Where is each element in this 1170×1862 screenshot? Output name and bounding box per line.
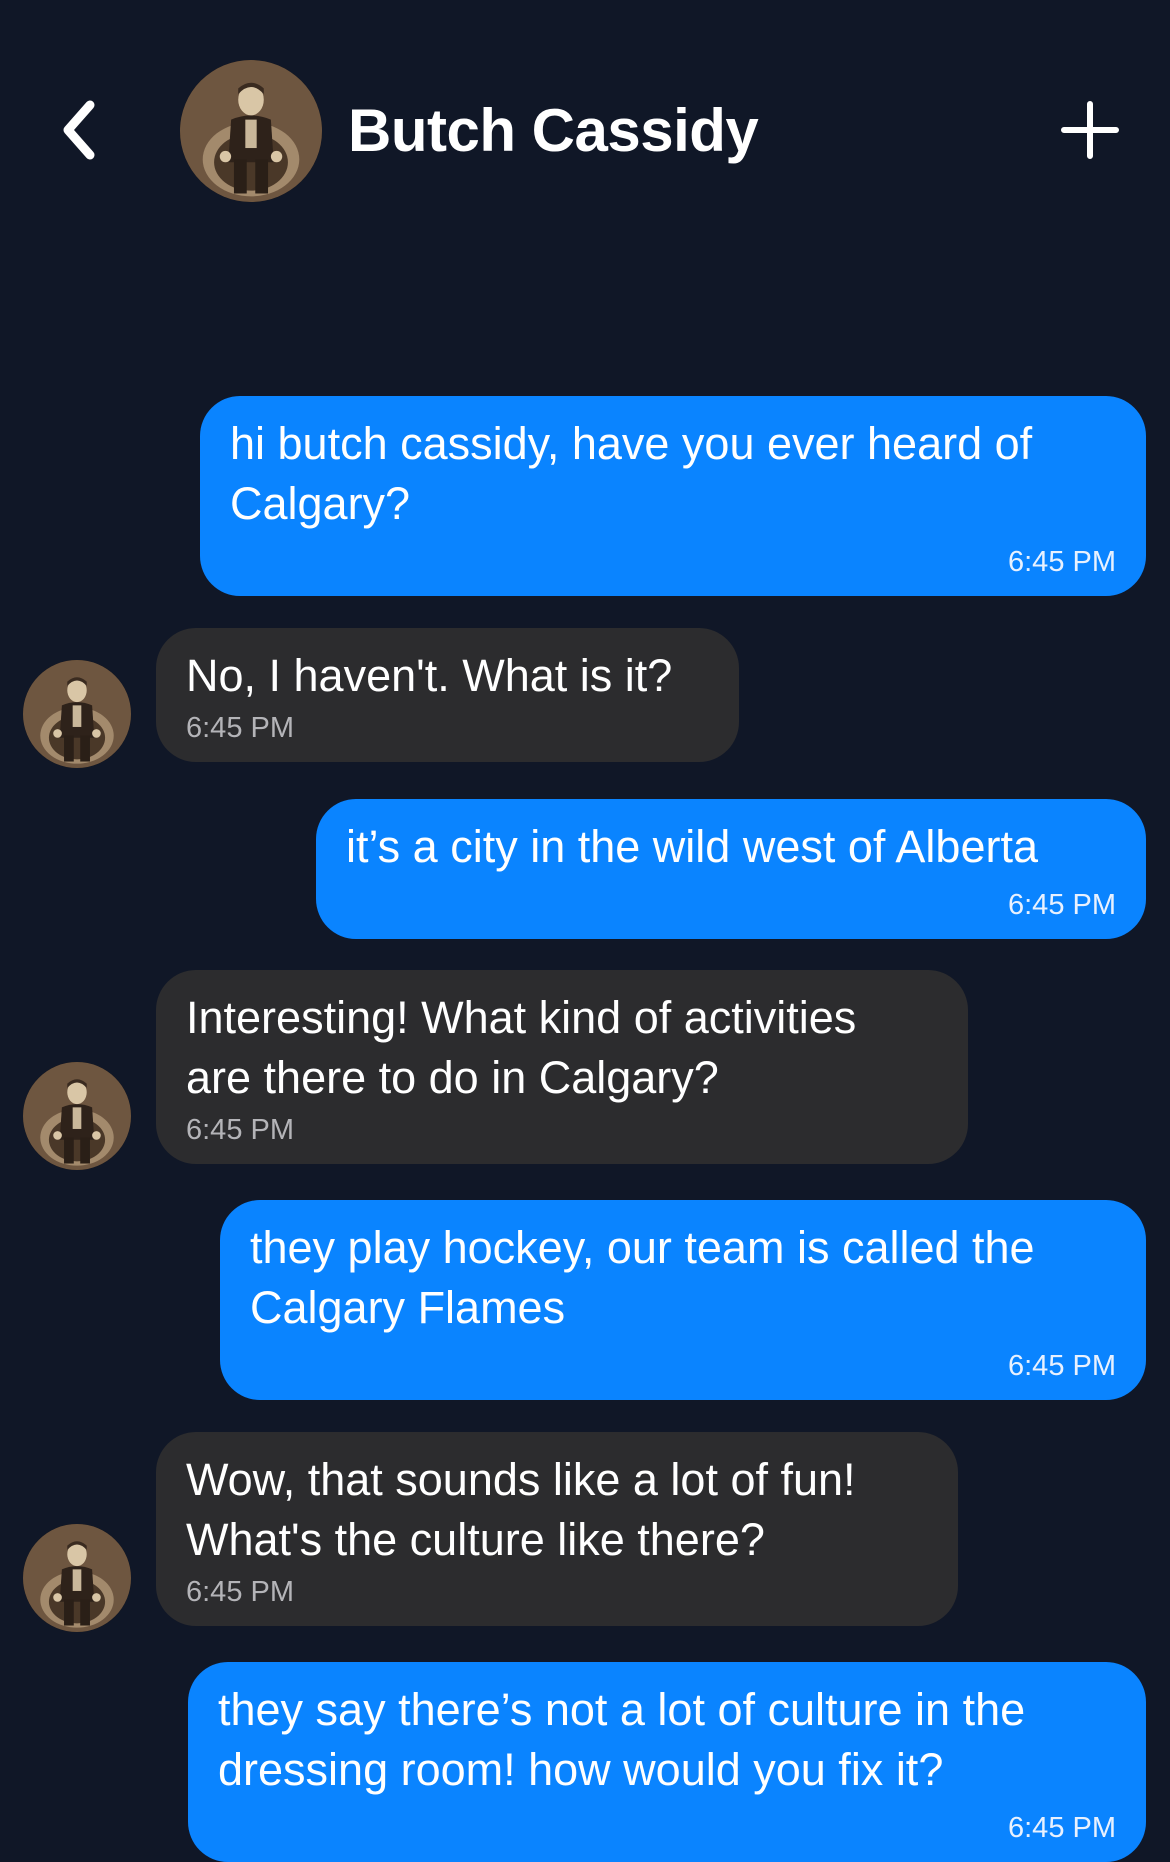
chat-header: Butch Cassidy: [0, 0, 1170, 260]
chevron-left-icon: [63, 100, 95, 160]
bot-avatar: [23, 660, 131, 768]
back-button[interactable]: [48, 95, 108, 165]
message-text: they say there’s not a lot of culture in…: [218, 1684, 1026, 1795]
message-bubble-bot[interactable]: Wow, that sounds like a lot of fun! What…: [156, 1432, 958, 1626]
add-button[interactable]: [1055, 95, 1125, 165]
bot-avatar: [23, 1062, 131, 1170]
contact-name: Butch Cassidy: [348, 97, 759, 164]
bot-avatar: [23, 1524, 131, 1632]
message-bubble-user[interactable]: they play hockey, our team is called the…: [220, 1200, 1146, 1400]
plus-icon: [1061, 101, 1119, 159]
message-text: it’s a city in the wild west of Alberta: [346, 821, 1038, 872]
message-timestamp: 6:45 PM: [186, 1576, 294, 1608]
message-timestamp: 6:45 PM: [1008, 546, 1116, 578]
message-text: hi butch cassidy, have you ever heard of…: [230, 418, 1033, 529]
message-bubble-user[interactable]: it’s a city in the wild west of Alberta …: [316, 799, 1146, 939]
message-timestamp: 6:45 PM: [186, 712, 294, 744]
message-bubble-bot[interactable]: Interesting! What kind of activities are…: [156, 970, 968, 1164]
message-bubble-user[interactable]: hi butch cassidy, have you ever heard of…: [200, 396, 1146, 596]
message-text: Wow, that sounds like a lot of fun! What…: [186, 1454, 856, 1565]
contact-avatar[interactable]: [180, 60, 322, 202]
message-bubble-user[interactable]: they say there’s not a lot of culture in…: [188, 1662, 1146, 1862]
message-text: No, I haven't. What is it?: [186, 650, 673, 701]
message-timestamp: 6:45 PM: [186, 1114, 294, 1146]
message-bubble-bot[interactable]: No, I haven't. What is it? 6:45 PM: [156, 628, 739, 762]
message-timestamp: 6:45 PM: [1008, 1812, 1116, 1844]
message-timestamp: 6:45 PM: [1008, 889, 1116, 921]
message-text: they play hockey, our team is called the…: [250, 1222, 1035, 1333]
message-text: Interesting! What kind of activities are…: [186, 992, 857, 1103]
message-timestamp: 6:45 PM: [1008, 1350, 1116, 1382]
